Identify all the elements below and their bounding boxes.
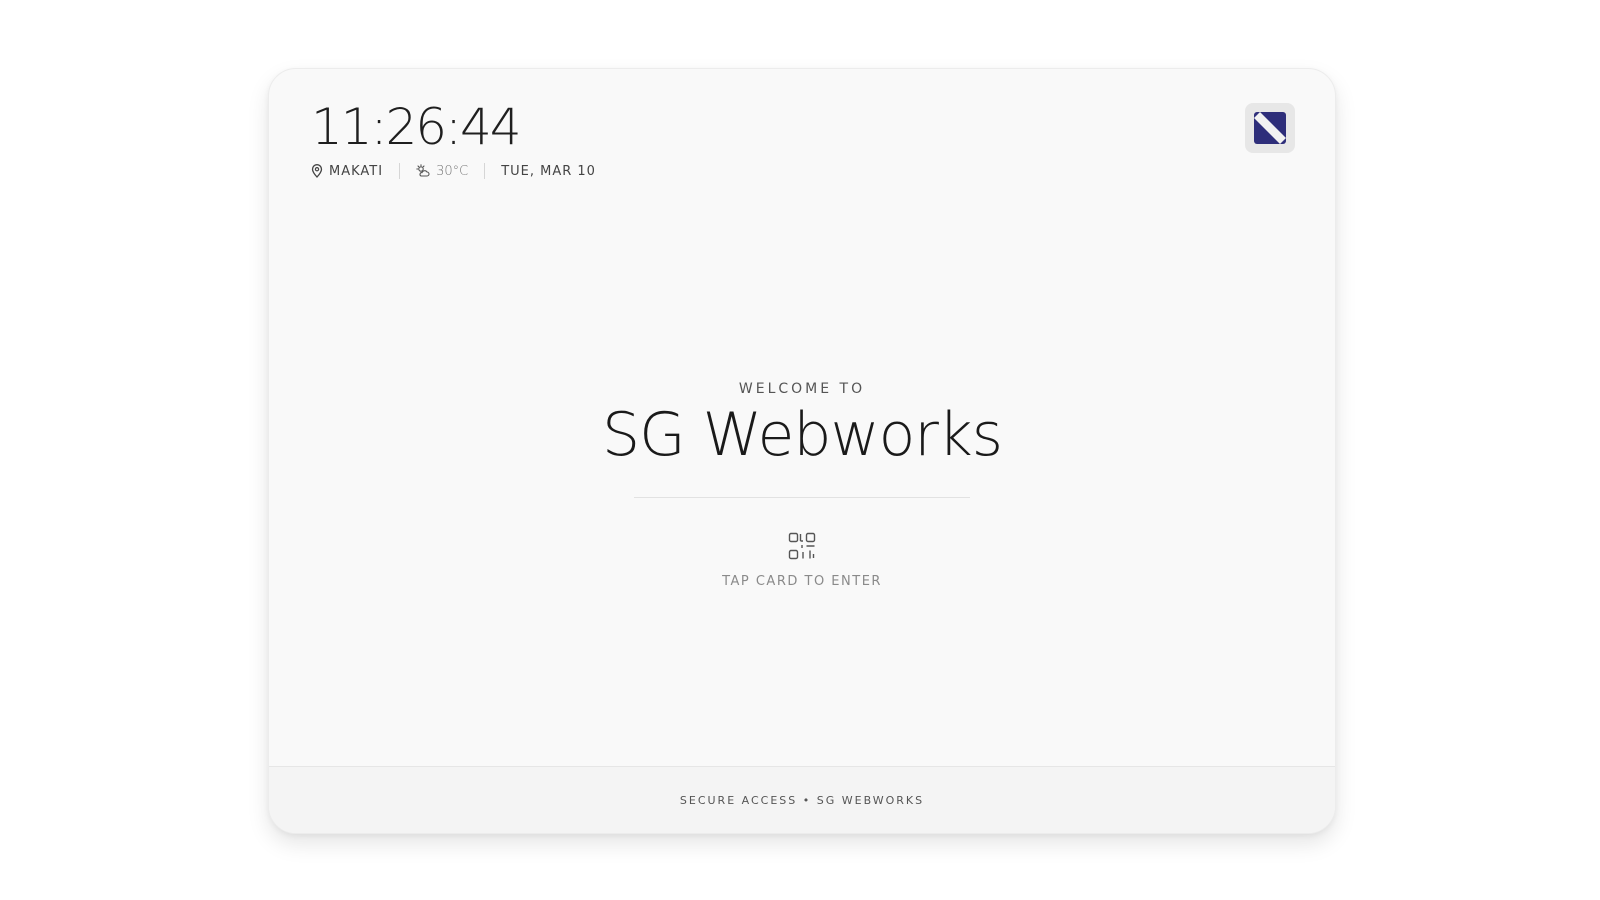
company-name: SG Webworks [602,400,1003,470]
clock-time: 11:26:44 [311,98,522,156]
sg-webworks-logo-icon [1254,112,1286,144]
tap-card-label: TAP CARD TO ENTER [722,574,882,589]
welcome-heading: WELCOME TO [738,381,866,397]
weather: 30°C [416,164,468,179]
separator [484,163,486,179]
temperature: 30°C [436,163,469,179]
info-bar: MAKATI 30°C TUE, MAR 10 [311,163,596,179]
location: MAKATI [311,164,383,179]
company-logo [1245,103,1295,153]
qr-scan-icon [788,532,816,560]
partly-sunny-icon [416,164,430,177]
kiosk-panel[interactable]: 11:26:44 MAKATI 30°C TUE, MAR 10 WELCOME… [268,68,1336,834]
location-label: MAKATI [329,163,384,179]
footer-text: SECURE ACCESS • SG WEBWORKS [679,793,925,807]
welcome-section: WELCOME TO SG Webworks TAP CARD TO ENTER [269,381,1335,589]
map-pin-icon [311,164,323,178]
date: TUE, MAR 10 [501,163,596,179]
divider [634,497,970,498]
footer: SECURE ACCESS • SG WEBWORKS [269,766,1335,833]
separator [399,163,401,179]
